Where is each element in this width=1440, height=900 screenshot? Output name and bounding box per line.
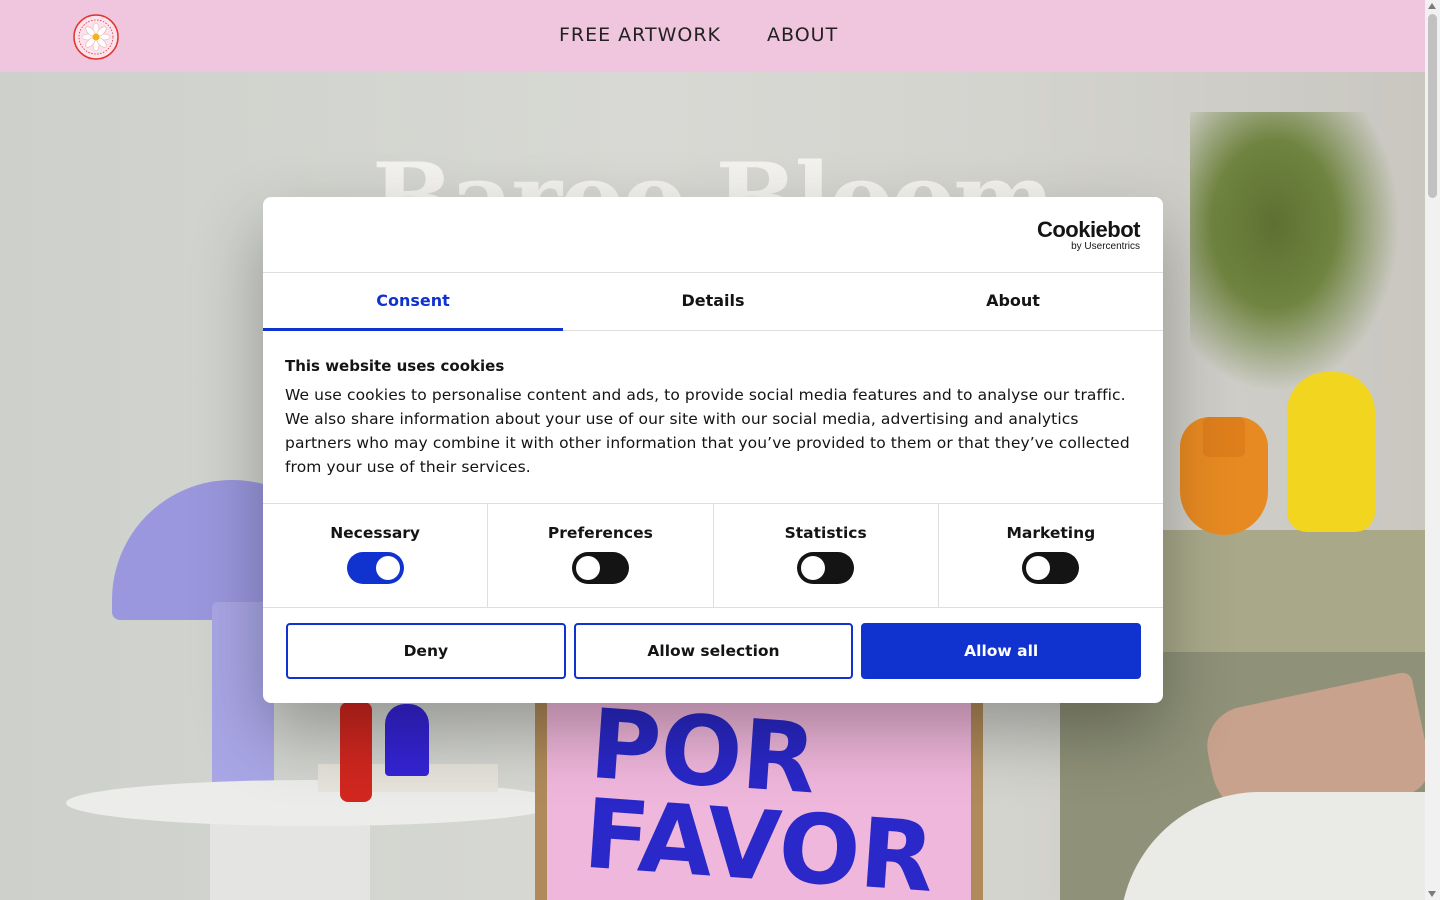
nav-free-artwork[interactable]: FREE ARTWORK (559, 24, 721, 46)
cookie-consent-dialog: Cookiebot by Usercentrics Consent Detail… (263, 197, 1163, 703)
deny-button[interactable]: Deny (286, 623, 566, 679)
toggle-necessary: Necessary (263, 504, 489, 607)
orange-vase-neck-decoration (1203, 417, 1245, 457)
consent-body: This website uses cookies We use cookies… (263, 331, 1163, 504)
top-nav-bar: FREE ARTWORK ABOUT (0, 0, 1425, 72)
consent-tabs: Consent Details About (263, 273, 1163, 331)
cookiebot-brand-name: Cookiebot (1036, 217, 1141, 242)
statistics-switch[interactable] (797, 552, 855, 584)
switch-knob (375, 556, 400, 580)
candle-decoration (340, 702, 372, 802)
scroll-up-icon[interactable] (1428, 3, 1436, 9)
cookiebot-brand-sub: by Usercentrics (1071, 241, 1140, 252)
tab-details[interactable]: Details (563, 273, 863, 330)
cookie-category-toggles: Necessary Preferences Statistics Marketi… (263, 504, 1163, 608)
preferences-switch[interactable] (571, 552, 629, 584)
toggle-label-statistics: Statistics (784, 524, 867, 542)
poster-text: POR FAVOR (580, 692, 938, 900)
nav-about[interactable]: ABOUT (767, 24, 838, 46)
toggle-preferences: Preferences (488, 504, 714, 607)
dialog-header: Cookiebot by Usercentrics (263, 197, 1163, 273)
toggle-statistics: Statistics (714, 504, 939, 607)
allow-selection-button[interactable]: Allow selection (573, 623, 854, 679)
marketing-switch[interactable] (1022, 552, 1080, 584)
yellow-vase-decoration (1287, 372, 1375, 532)
consent-description: We use cookies to personalise content an… (285, 386, 1130, 476)
brand-logo-icon[interactable] (72, 13, 120, 61)
tab-consent[interactable]: Consent (263, 273, 563, 331)
consent-buttons: Deny Allow selection Allow all (263, 608, 1163, 679)
toggle-marketing: Marketing (939, 504, 1163, 607)
main-nav: FREE ARTWORK ABOUT (559, 24, 838, 46)
toggle-label-marketing: Marketing (1006, 524, 1096, 542)
switch-knob (801, 556, 826, 580)
allow-all-button[interactable]: Allow all (861, 623, 1142, 679)
tab-about[interactable]: About (863, 273, 1163, 330)
toggle-label-necessary: Necessary (330, 524, 421, 542)
consent-title: This website uses cookies (285, 357, 505, 375)
scroll-down-icon[interactable] (1428, 891, 1436, 897)
scrollbar-thumb[interactable] (1428, 14, 1437, 198)
cookiebot-logo[interactable]: Cookiebot by Usercentrics (1036, 217, 1141, 253)
toggle-label-preferences: Preferences (547, 524, 653, 542)
page-scrollbar[interactable] (1425, 0, 1440, 900)
necessary-switch[interactable] (346, 552, 404, 584)
poster-artwork: POR FAVOR (547, 692, 971, 900)
switch-knob (575, 556, 600, 580)
blue-vase-decoration (385, 704, 429, 776)
switch-knob (1026, 556, 1051, 580)
